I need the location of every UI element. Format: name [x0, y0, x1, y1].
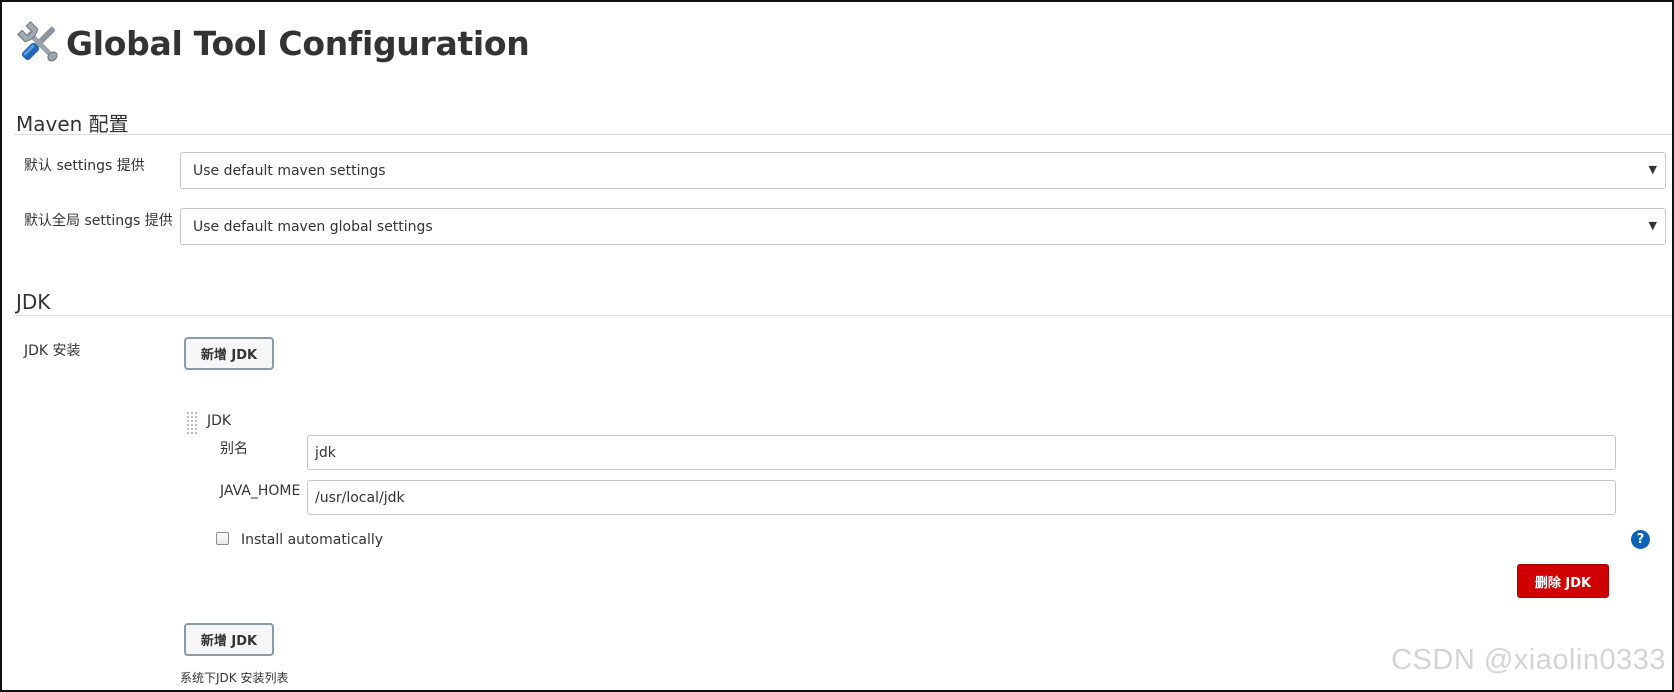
- section-divider: [14, 134, 1672, 135]
- watermark: CSDN @xiaolin0333: [1391, 644, 1666, 676]
- maven-global-settings-select[interactable]: Use default maven global settings ▼: [180, 208, 1666, 245]
- install-automatically-label[interactable]: Install automatically: [241, 532, 383, 548]
- jdk-alias-label: 别名: [220, 441, 248, 457]
- jdk-list-note: 系统下JDK 安装列表: [180, 671, 289, 685]
- maven-settings-value: Use default maven settings: [193, 162, 386, 179]
- maven-global-settings-value: Use default maven global settings: [193, 218, 433, 235]
- jdk-install-label: JDK 安装: [24, 343, 81, 359]
- add-jdk-button-bottom[interactable]: 新增 JDK: [184, 623, 274, 656]
- install-automatically-checkbox[interactable]: [216, 532, 229, 545]
- dropdown-caret-icon: ▼: [1648, 163, 1657, 176]
- maven-settings-label: 默认 settings 提供: [24, 158, 145, 174]
- jdk-item-title: JDK: [207, 413, 232, 429]
- section-divider: [14, 315, 1672, 316]
- maven-global-settings-label: 默认全局 settings 提供: [24, 213, 173, 229]
- drag-handle-icon[interactable]: [187, 412, 199, 434]
- page-title: Global Tool Configuration: [66, 23, 530, 63]
- maven-settings-select[interactable]: Use default maven settings ▼: [180, 152, 1666, 189]
- java-home-input[interactable]: /usr/local/jdk: [307, 480, 1616, 515]
- help-icon[interactable]: ?: [1631, 530, 1650, 549]
- delete-jdk-button[interactable]: 删除 JDK: [1517, 564, 1609, 598]
- java-home-value: /usr/local/jdk: [315, 489, 405, 506]
- java-home-label: JAVA_HOME: [220, 483, 301, 499]
- dropdown-caret-icon: ▼: [1648, 219, 1657, 232]
- page-header: Global Tool Configuration: [14, 18, 530, 68]
- maven-section-title: Maven 配置: [16, 112, 129, 136]
- config-page: Global Tool Configuration Maven 配置 默认 se…: [0, 0, 1674, 692]
- jdk-alias-value: jdk: [315, 444, 336, 461]
- add-jdk-button-top[interactable]: 新增 JDK: [184, 337, 274, 370]
- jdk-section-title: JDK: [16, 290, 51, 314]
- jdk-alias-input[interactable]: jdk: [307, 435, 1616, 470]
- wrench-screwdriver-icon: [17, 21, 58, 62]
